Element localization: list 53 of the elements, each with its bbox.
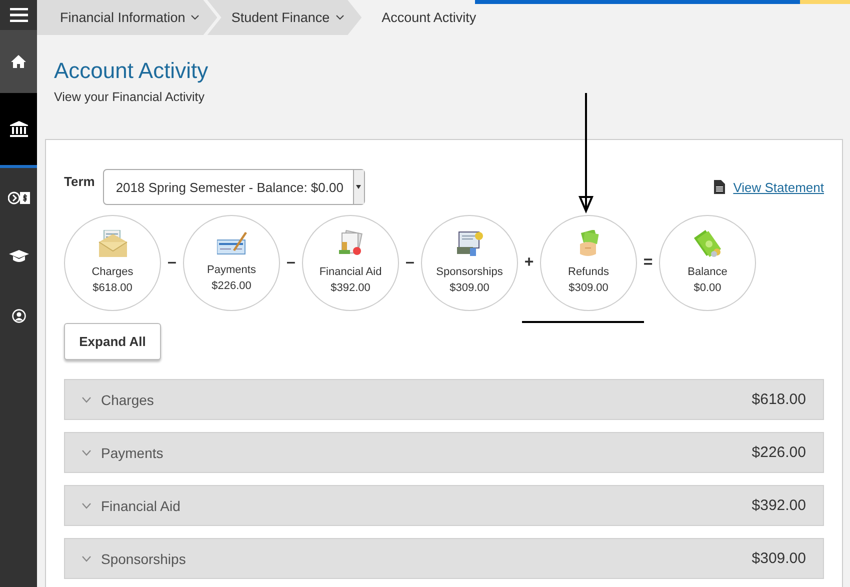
accordion-header[interactable]: Sponsorships $309.00 bbox=[64, 538, 824, 579]
breadcrumb-link[interactable]: Financial Information bbox=[37, 0, 218, 35]
summary-amount: $392.00 bbox=[330, 282, 370, 294]
operator-sign: – bbox=[286, 254, 296, 272]
summary-label: Payments bbox=[207, 264, 256, 276]
view-statement-link[interactable]: View Statement bbox=[733, 180, 824, 194]
summary-amount: $309.00 bbox=[568, 282, 608, 294]
cash-and-coins-icon bbox=[692, 230, 722, 258]
summary-amount: $618.00 bbox=[92, 282, 132, 294]
sidebar-item[interactable] bbox=[0, 93, 37, 168]
summary-label: Financial Aid bbox=[319, 266, 382, 278]
envelope-icon bbox=[98, 230, 128, 258]
operator-sign: – bbox=[404, 254, 416, 272]
summary-label: Balance bbox=[688, 266, 728, 278]
page-subtitle: View your Financial Activity bbox=[54, 90, 206, 104]
page-title: Account Activity bbox=[54, 58, 210, 84]
summary-amount: $309.00 bbox=[450, 282, 490, 294]
chevron-down-icon bbox=[191, 15, 200, 20]
section-amount: $226.00 bbox=[752, 444, 806, 461]
operator-sign: = bbox=[642, 254, 654, 272]
chevron-down-icon bbox=[336, 15, 344, 20]
section-amount: $309.00 bbox=[752, 550, 806, 567]
summary-label: Sponsorships bbox=[436, 266, 503, 278]
user-icon bbox=[12, 308, 26, 322]
check-and-pen-icon bbox=[216, 230, 246, 256]
summary-label: Charges bbox=[92, 266, 134, 278]
caret-icon bbox=[356, 185, 362, 189]
document-icon bbox=[714, 180, 726, 194]
section-label: Payments bbox=[101, 444, 164, 460]
menu-icon bbox=[10, 8, 28, 22]
summary-amount: $0.00 bbox=[694, 282, 722, 294]
certificate-and-cash-icon bbox=[454, 230, 484, 258]
money-icon bbox=[8, 190, 30, 204]
section-label: Charges bbox=[101, 392, 154, 408]
section-label: Sponsorships bbox=[101, 550, 186, 566]
section-amount: $392.00 bbox=[752, 497, 806, 514]
breadcrumb-link[interactable]: Student Finance bbox=[207, 0, 362, 35]
section-amount: $618.00 bbox=[752, 391, 806, 408]
bank-icon bbox=[10, 121, 28, 137]
accordion-header[interactable]: Payments $226.00 bbox=[64, 432, 824, 473]
section-label: Financial Aid bbox=[101, 498, 180, 514]
expand-all-button[interactable]: Expand All bbox=[64, 323, 161, 360]
term-dropdown[interactable]: 2018 Spring Semester - Balance: $0.00 bbox=[102, 169, 365, 205]
summary-label: Refunds bbox=[568, 266, 609, 278]
summary-amount: $226.00 bbox=[212, 280, 252, 292]
accordion-header[interactable]: Charges $618.00 bbox=[64, 379, 824, 420]
operator-sign: – bbox=[166, 254, 178, 272]
operator-sign: + bbox=[523, 254, 535, 272]
accordion-header[interactable]: Financial Aid $392.00 bbox=[64, 485, 824, 526]
graduation-cap-icon bbox=[8, 250, 28, 263]
sidebar-item[interactable] bbox=[0, 30, 37, 93]
home-icon bbox=[11, 55, 26, 68]
term-label: Term bbox=[64, 174, 95, 189]
